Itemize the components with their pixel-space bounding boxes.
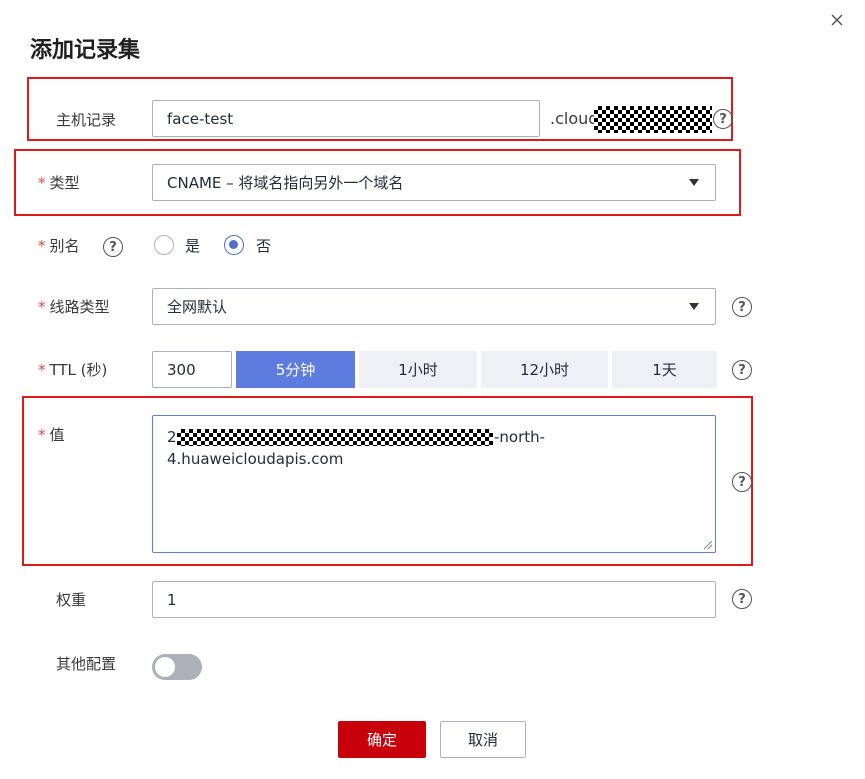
alias-radio-yes[interactable] xyxy=(154,235,174,255)
ttl-input[interactable]: 300 xyxy=(152,351,232,388)
ttl-preset-5min[interactable]: 5分钟 xyxy=(236,351,355,388)
resize-handle[interactable] xyxy=(704,541,712,549)
ttl-label: * TTL (秒) xyxy=(38,360,107,380)
chevron-down-icon xyxy=(689,179,699,186)
line-type-help-icon[interactable]: ? xyxy=(732,297,752,317)
confirm-button[interactable]: 确定 xyxy=(338,721,426,758)
required-mark: * xyxy=(38,426,46,444)
ttl-value: 300 xyxy=(167,360,196,379)
line-type-select[interactable]: 全网默认 xyxy=(152,288,716,325)
alias-option-no[interactable]: 否 xyxy=(256,235,271,256)
ttl-preset-12hour[interactable]: 12小时 xyxy=(481,351,608,388)
cancel-button[interactable]: 取消 xyxy=(440,721,526,758)
other-config-label: 其他配置 xyxy=(56,655,117,673)
redacted-domain xyxy=(594,106,712,133)
value-label-text: 值 xyxy=(49,426,65,444)
ttl-preset-1day[interactable]: 1天 xyxy=(612,351,717,388)
line-type-label-text: 线路类型 xyxy=(49,298,110,316)
weight-label: 权重 xyxy=(56,591,87,609)
host-record-value: face-test xyxy=(167,109,234,128)
domain-suffix: .cloud xyxy=(550,109,599,128)
weight-help-icon[interactable]: ? xyxy=(732,589,752,609)
host-record-label: 主机记录 xyxy=(56,111,117,129)
required-mark: * xyxy=(38,361,46,379)
value-line-1-prefix: 2 xyxy=(167,428,177,446)
dialog-title: 添加记录集 xyxy=(30,38,141,63)
required-mark: * xyxy=(38,237,46,255)
toggle-knob xyxy=(155,657,175,677)
value-line-1-suffix: -north- xyxy=(494,428,546,446)
value-help-icon[interactable]: ? xyxy=(732,472,752,492)
type-label-text: 类型 xyxy=(49,174,80,192)
alias-help-icon[interactable]: ? xyxy=(103,237,123,257)
alias-radio-no[interactable] xyxy=(224,235,244,255)
line-type-select-value: 全网默认 xyxy=(167,298,228,316)
line-type-label: * 线路类型 xyxy=(38,297,110,317)
ttl-preset-1hour[interactable]: 1小时 xyxy=(359,351,477,388)
ttl-label-text: TTL (秒) xyxy=(49,361,108,379)
value-line-2: 4.huaweicloudapis.com xyxy=(167,450,344,468)
weight-value: 1 xyxy=(167,590,177,609)
other-config-toggle[interactable] xyxy=(152,654,202,680)
value-textarea[interactable]: 2 -north- 4.huaweicloudapis.com xyxy=(152,415,716,553)
chevron-down-icon xyxy=(689,303,699,310)
close-icon[interactable] xyxy=(827,10,847,30)
type-select[interactable]: CNAME – 将域名指向另外一个域名 xyxy=(152,164,716,201)
value-line-1: 2 -north- xyxy=(167,426,701,448)
type-select-value: CNAME – 将域名指向另外一个域名 xyxy=(167,174,404,192)
weight-input[interactable]: 1 xyxy=(152,581,716,618)
required-mark: * xyxy=(38,298,46,316)
type-label: * 类型 xyxy=(38,173,80,193)
value-label: * 值 xyxy=(38,425,65,445)
host-record-input[interactable]: face-test xyxy=(152,100,540,137)
alias-label: * 别名 xyxy=(38,236,80,256)
alias-label-text: 别名 xyxy=(49,237,80,255)
ttl-help-icon[interactable]: ? xyxy=(732,360,752,380)
alias-option-yes[interactable]: 是 xyxy=(185,235,200,256)
redacted-value xyxy=(177,429,493,446)
required-mark: * xyxy=(38,174,46,192)
host-record-help-icon[interactable]: ? xyxy=(713,109,733,129)
